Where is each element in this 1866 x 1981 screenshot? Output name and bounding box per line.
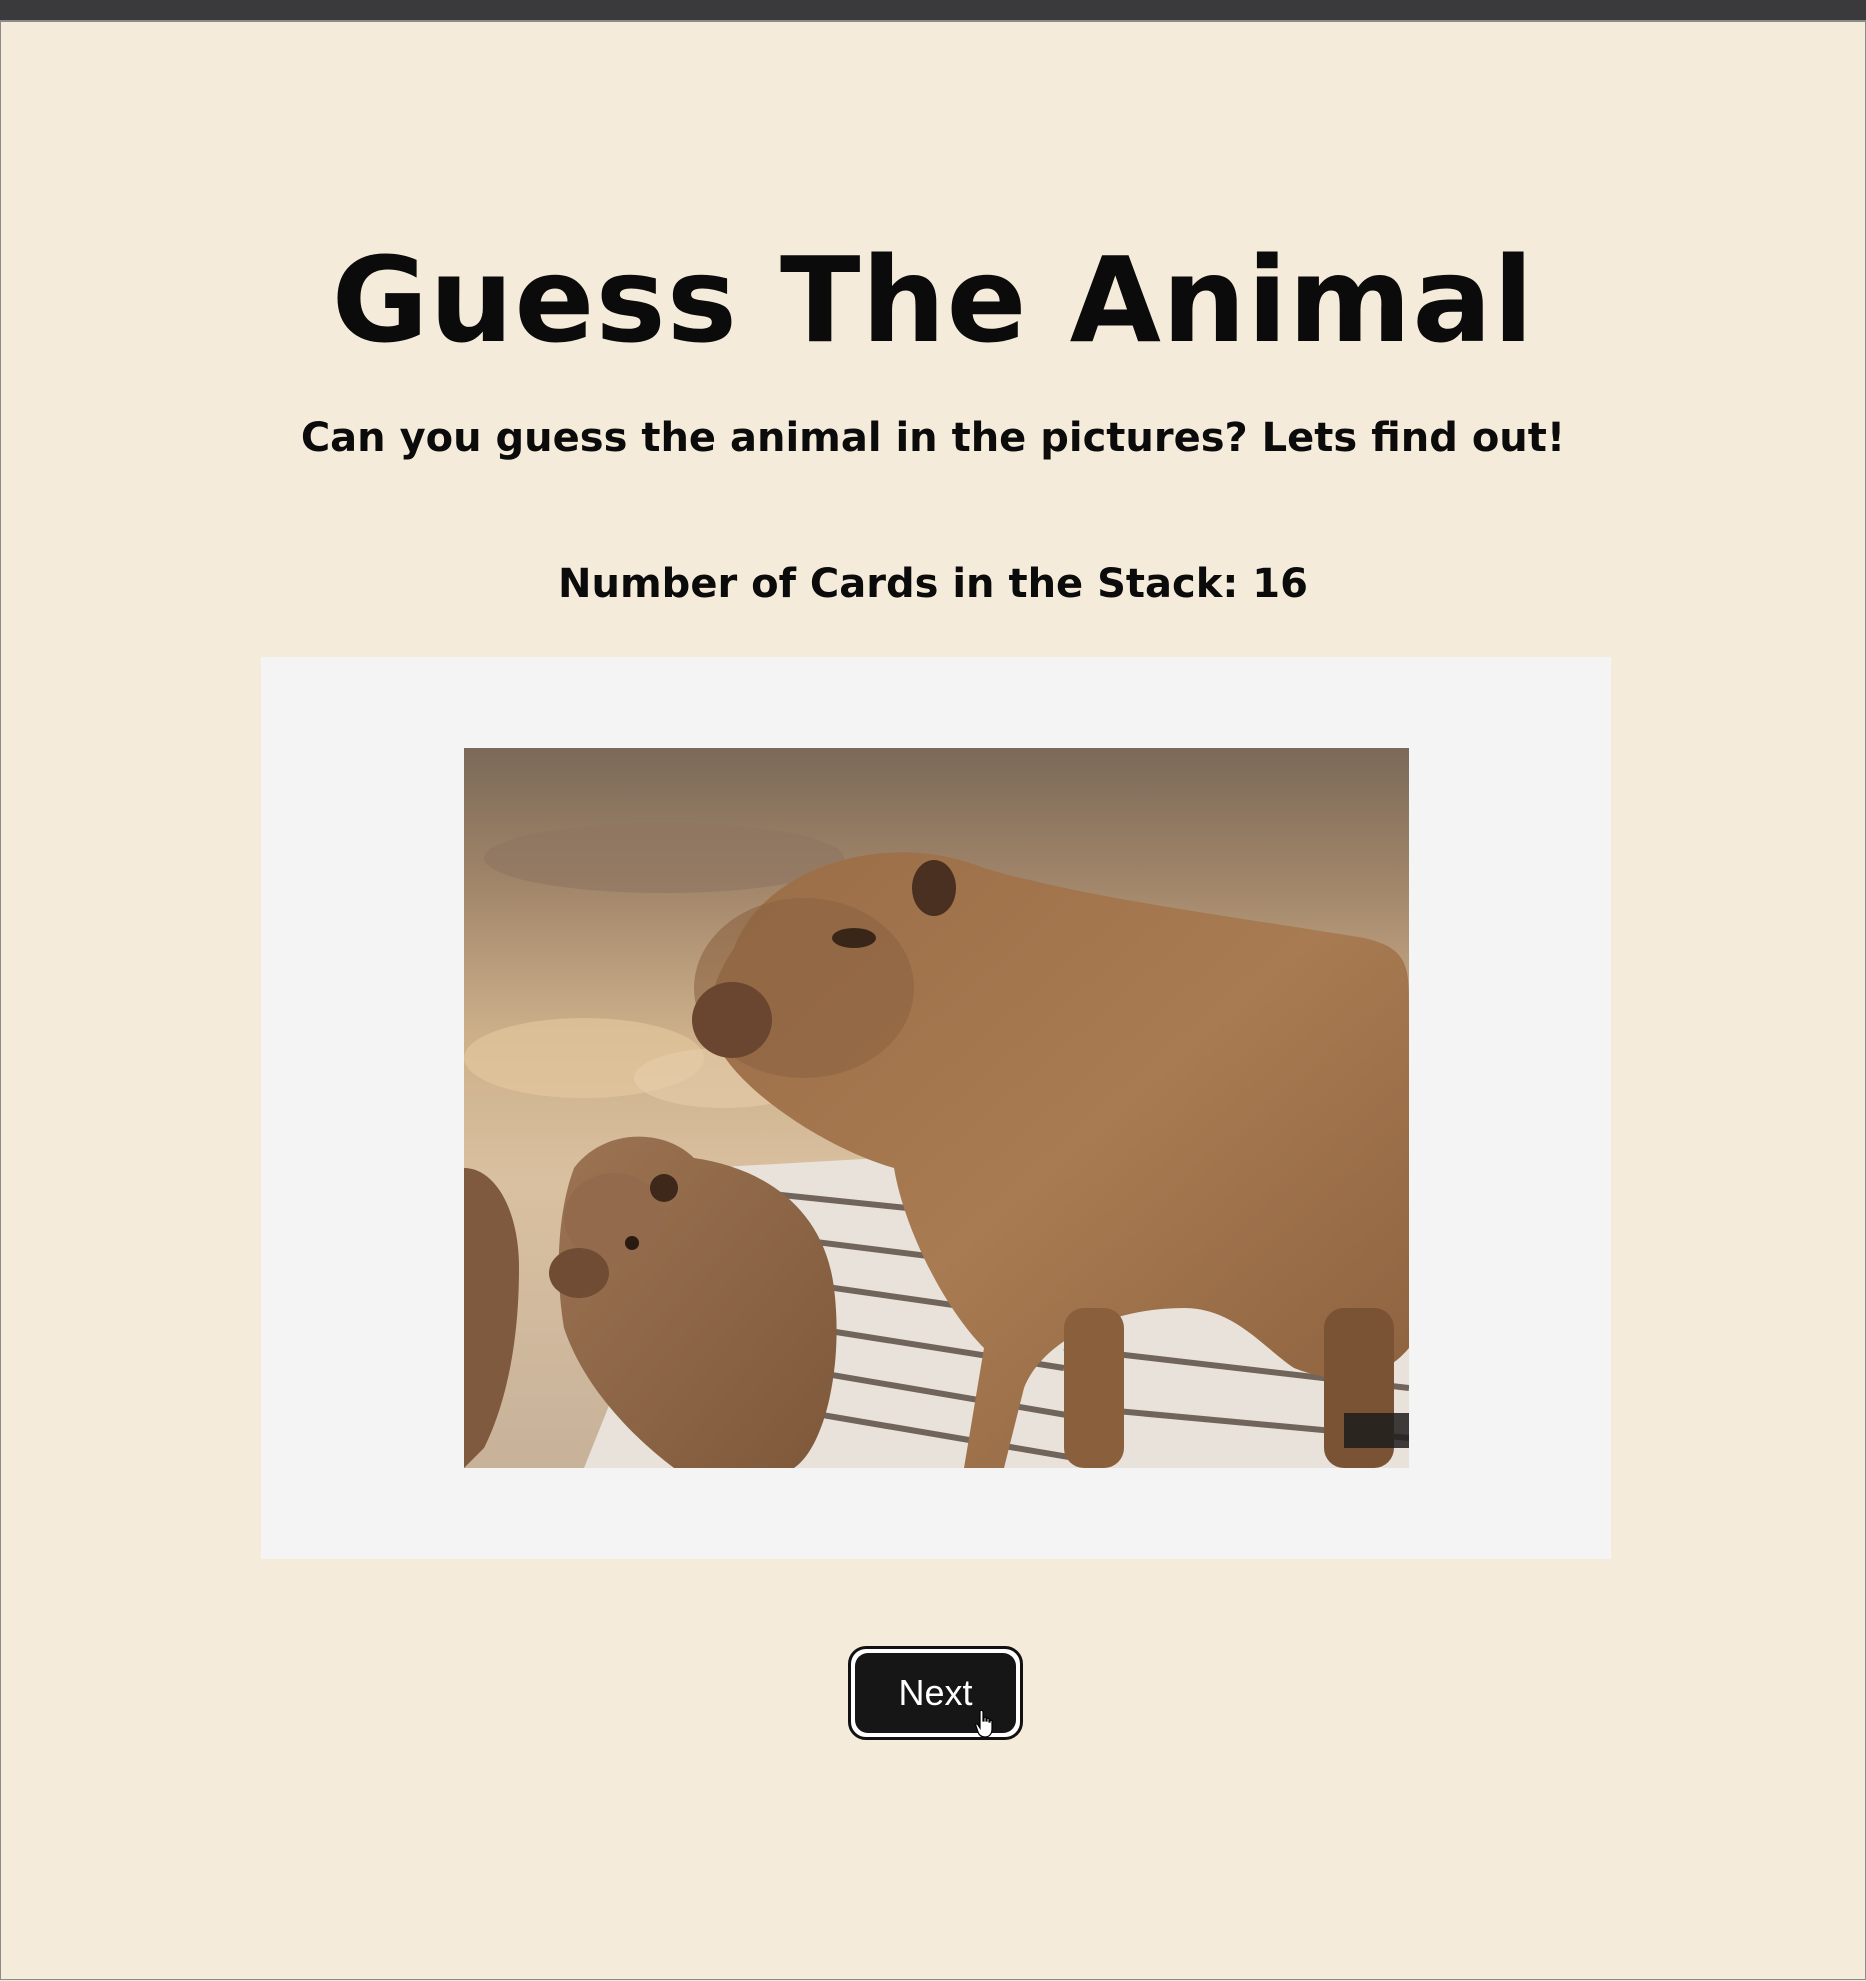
page-subtitle: Can you guess the animal in the pictures… (300, 415, 1566, 461)
page-title: Guess The Animal (331, 231, 1535, 369)
card-count: Number of Cards in the Stack: 16 (558, 561, 1308, 607)
window-top-bar (0, 0, 1866, 22)
hand-cursor-icon (975, 1709, 993, 1738)
next-button[interactable]: Next (848, 1646, 1023, 1740)
capybara-image (464, 748, 1409, 1468)
flashcard[interactable] (261, 657, 1611, 1559)
